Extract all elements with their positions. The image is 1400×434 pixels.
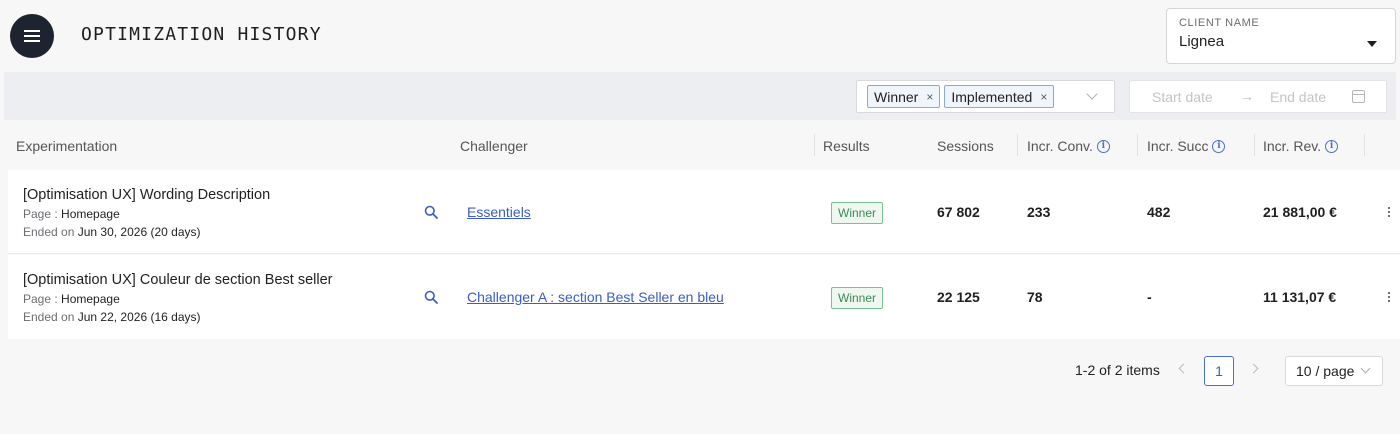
column-divider (1017, 134, 1018, 156)
experiment-page: Page : Homepage (23, 292, 120, 306)
more-actions-icon[interactable] (1382, 204, 1396, 220)
chevron-right-icon[interactable] (1248, 363, 1259, 374)
column-header-incr-conv: Incr. Conv. i (1027, 138, 1110, 154)
info-icon[interactable]: i (1212, 139, 1226, 153)
experiment-ended: Ended on Jun 30, 2026 (20 days) (23, 225, 201, 239)
pagination-total: 1-2 of 2 items (1075, 362, 1160, 378)
client-name-value: Lignea (1179, 33, 1225, 50)
column-header-incr-succ: Incr. Succ i (1147, 138, 1226, 154)
page-size-value: 10 / page (1296, 363, 1355, 379)
challenger-link[interactable]: Challenger A : section Best Seller en bl… (467, 289, 724, 305)
calendar-icon (1352, 90, 1365, 103)
sessions-value: 22 125 (937, 289, 980, 305)
close-icon[interactable]: × (1040, 90, 1047, 104)
status-badge: Winner (831, 202, 884, 224)
column-divider (1254, 134, 1255, 156)
incr-conv-value: 78 (1027, 289, 1043, 305)
experiment-page: Page : Homepage (23, 207, 120, 221)
filter-tag-implemented: Implemented × (944, 85, 1055, 108)
column-divider (1137, 134, 1138, 156)
incr-rev-value: 21 881,00 € (1263, 204, 1337, 220)
challenger-link[interactable]: Essentiels (467, 204, 531, 220)
column-header-experimentation: Experimentation (16, 138, 118, 154)
column-divider (1364, 134, 1365, 156)
chevron-down-icon (1086, 88, 1098, 100)
table-row: [Optimisation UX] Wording Description Pa… (8, 170, 1400, 254)
page-size-select[interactable]: 10 / page (1285, 356, 1383, 386)
experiment-title: [Optimisation UX] Wording Description (23, 187, 271, 203)
more-actions-icon[interactable] (1382, 289, 1396, 305)
experiment-ended: Ended on Jun 22, 2026 (16 days) (23, 310, 201, 324)
column-divider (814, 134, 815, 156)
start-date-input[interactable]: Start date (1152, 89, 1213, 105)
date-range-picker[interactable]: Start date → End date (1129, 80, 1387, 113)
info-icon[interactable]: i (1096, 139, 1110, 153)
incr-succ-value: 482 (1147, 204, 1171, 220)
arrow-right-icon: → (1240, 88, 1254, 104)
sessions-value: 67 802 (937, 204, 980, 220)
close-icon[interactable]: × (926, 90, 933, 104)
incr-conv-value: 233 (1027, 204, 1051, 220)
client-name-label: CLIENT NAME (1179, 17, 1260, 29)
column-header-results: Results (823, 138, 870, 154)
filter-bar: Winner × Implemented × Start date → End … (4, 72, 1396, 120)
info-icon[interactable]: i (1325, 139, 1339, 153)
incr-rev-value: 11 131,07 € (1263, 289, 1337, 305)
end-date-input[interactable]: End date (1270, 89, 1326, 105)
column-header-incr-rev: Incr. Rev. i (1263, 138, 1339, 154)
client-name-select[interactable]: CLIENT NAME Lignea (1166, 8, 1396, 64)
filter-tag-label: Implemented (951, 88, 1033, 105)
chevron-down-icon (1360, 363, 1371, 374)
experiment-title: [Optimisation UX] Couleur de section Bes… (23, 272, 333, 288)
chevron-left-icon[interactable] (1178, 363, 1189, 374)
page-title: OPTIMIZATION HISTORY (81, 24, 322, 45)
status-badge: Winner (831, 287, 884, 309)
menu-button[interactable] (10, 14, 54, 58)
caret-down-icon (1367, 41, 1377, 47)
column-header-sessions: Sessions (937, 138, 994, 154)
incr-succ-value: - (1147, 289, 1152, 305)
page-button-current[interactable]: 1 (1204, 356, 1234, 386)
filter-tag-winner: Winner × (867, 85, 941, 108)
hamburger-menu-icon (24, 30, 40, 42)
table-row: [Optimisation UX] Couleur de section Bes… (8, 255, 1400, 339)
pagination: 1-2 of 2 items 1 10 / page (0, 356, 1400, 386)
result-filter-select[interactable]: Winner × Implemented × (856, 80, 1115, 113)
table-header: Experimentation Challenger Results Sessi… (8, 120, 1400, 170)
search-icon[interactable] (424, 290, 438, 304)
search-icon[interactable] (424, 205, 438, 219)
filter-tag-label: Winner (874, 88, 919, 105)
column-header-challenger: Challenger (460, 138, 528, 154)
